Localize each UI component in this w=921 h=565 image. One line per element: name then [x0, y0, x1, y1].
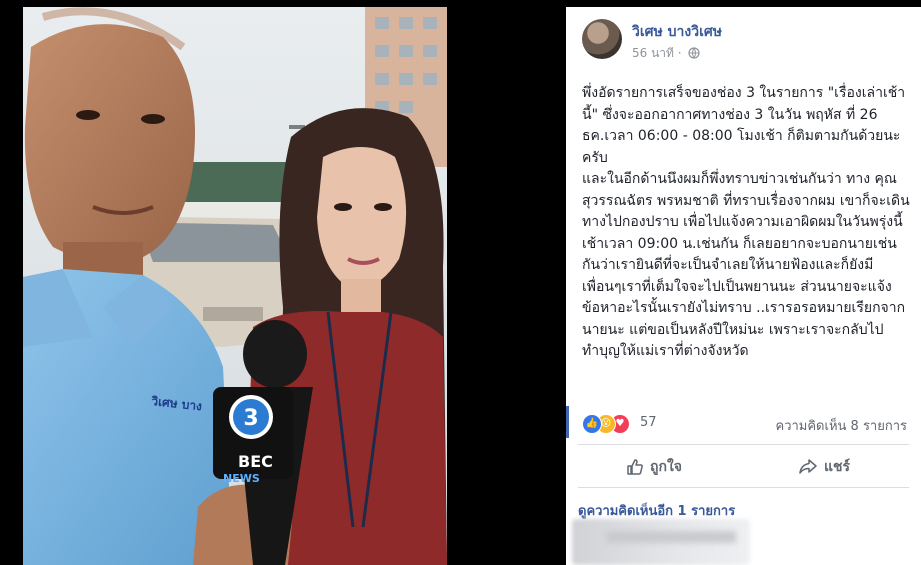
divider	[578, 487, 909, 488]
photo-illustration: วิเศษ บาง 3 BEC NEWS	[23, 7, 447, 565]
separator-dot: ·	[677, 46, 686, 60]
post-header: วิเศษ บางวิเศษ 56 นาที ·	[582, 19, 909, 65]
post-meta: 56 นาที ·	[632, 44, 701, 63]
mic-sub-text: NEWS	[223, 472, 260, 485]
share-arrow-icon	[799, 459, 817, 474]
author-name[interactable]: วิเศษ บางวิเศษ	[632, 21, 722, 43]
mic-channel-number: 3	[243, 406, 258, 431]
post-paragraph: พึ่งอัดรายการเสร็จของช่อง 3 ในรายการ "เร…	[582, 85, 906, 166]
reactions-bar: 👍 😮 ♥ 57 ความคิดเห็น 8 รายการ	[582, 414, 907, 436]
avatar[interactable]	[582, 19, 622, 59]
panel-focus-strip	[566, 406, 569, 438]
post-paragraph: และในอีกด้านนึงผมก็พึ่งทราบข่าวเช่นกันว่…	[582, 171, 910, 359]
share-button-label: แชร์	[824, 459, 851, 475]
post-actions: ถูกใจ แชร์	[566, 451, 921, 483]
post-panel: วิเศษ บางวิเศษ 56 นาที · พึ่งอัดรายการเส…	[566, 7, 921, 565]
globe-icon[interactable]	[688, 47, 701, 59]
reaction-count[interactable]: 57	[640, 415, 657, 430]
divider	[578, 444, 909, 445]
like-reaction-icon[interactable]: 👍	[582, 414, 602, 434]
blurred-comment-text	[606, 531, 736, 543]
comment-count[interactable]: ความคิดเห็น 8 รายการ	[776, 415, 908, 436]
like-button-label: ถูกใจ	[650, 459, 682, 475]
like-button[interactable]: ถูกใจ	[626, 451, 682, 483]
post-text: พึ่งอัดรายการเสร็จของช่อง 3 ในรายการ "เร…	[582, 83, 912, 363]
post-photo[interactable]: วิเศษ บาง 3 BEC NEWS	[23, 7, 447, 565]
post-time[interactable]: 56 นาที	[632, 46, 674, 60]
thumbs-up-icon	[627, 459, 643, 475]
mic-brand-text: BEC	[238, 452, 273, 471]
view-more-comments-link[interactable]: ดูความคิดเห็นอีก 1 รายการ	[578, 500, 735, 521]
share-button[interactable]: แชร์	[798, 451, 850, 483]
